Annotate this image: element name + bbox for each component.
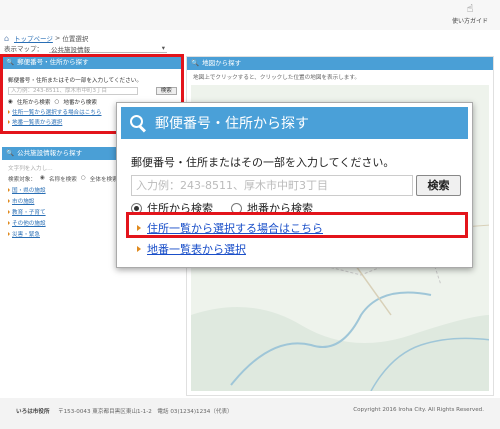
category-label: その他の施設: [12, 221, 46, 227]
popup-instruction: 郵便番号・住所またはその一部を入力してください。: [131, 156, 395, 169]
search-icon: 🔍: [191, 59, 200, 67]
map-panel-title-bar: 🔍 地図から探す: [187, 57, 493, 70]
arrow-right-icon: [137, 246, 141, 252]
category-label: 市の施設: [12, 199, 35, 205]
guide-label: 使い方ガイド: [451, 18, 488, 25]
search-icon: 🔍: [6, 149, 15, 157]
arrow-right-icon: [8, 199, 10, 203]
category-label: 国・県の施設: [12, 188, 46, 194]
popup-title-bar: 郵便番号・住所から探す: [121, 107, 468, 139]
radio-all-label: 全体を検索: [89, 177, 118, 183]
category-label: 教育・子育て: [12, 210, 46, 216]
popup-lot-list-link[interactable]: 地番一覧表から選択: [137, 241, 246, 257]
breadcrumb-home-link[interactable]: トップページ: [14, 33, 53, 43]
breadcrumb-current: 位置選択: [62, 35, 89, 43]
popup-lot-list-link-label: 地番一覧表から選択: [147, 243, 246, 256]
popup-search-button[interactable]: 検索: [416, 175, 461, 196]
radio-all[interactable]: ○: [81, 175, 86, 183]
search-icon: [129, 114, 147, 132]
map-select-dropdown[interactable]: 公共施設情報 ▾: [49, 43, 167, 54]
popup-address-list-link[interactable]: 住所一覧から選択する場合はこちら: [137, 220, 323, 236]
popup-search-input[interactable]: 入力例：243-8511、厚木市中町3丁目: [131, 175, 413, 196]
map-panel-note: 地図上でクリックすると、クリックした位置の地図を表示します。: [193, 75, 361, 81]
popup-address-list-link-label: 住所一覧から選択する場合はこちら: [147, 222, 323, 235]
radio-name-label: 名称を検索: [48, 177, 77, 183]
radio-name[interactable]: ◉: [40, 175, 45, 183]
footer-org: いろは市役所: [16, 409, 50, 415]
popup-title: 郵便番号・住所から探す: [155, 116, 309, 132]
top-bar: ☝ 使い方ガイド: [0, 0, 500, 30]
chevron-down-icon: ▾: [161, 43, 165, 52]
home-icon: ⌂: [4, 33, 10, 43]
breadcrumb: ⌂ トップページ > 位置選択: [4, 33, 88, 43]
arrow-right-icon: [8, 221, 10, 225]
arrow-right-icon: [137, 225, 141, 231]
guide-button[interactable]: ☝ 使い方ガイド: [448, 2, 492, 28]
map-select: 表示マップ： 公共施設情報 ▾: [4, 43, 167, 54]
arrow-right-icon: [8, 188, 10, 192]
category-label: 災害・緊急: [12, 232, 40, 238]
breadcrumb-separator: >: [54, 34, 61, 42]
arrow-right-icon: [8, 232, 10, 236]
map-panel-title: 地図から探す: [202, 59, 242, 67]
footer-address: 〒153-0043 東京都目黒区東山1-1-2 電話 03(1234)1234（…: [58, 409, 233, 415]
map-select-label: 表示マップ：: [4, 45, 43, 53]
map-select-value: 公共施設情報: [51, 45, 90, 54]
footer-copyright: Copyright 2016 Iroha City. All Rights Re…: [353, 407, 484, 413]
zoom-callout: 郵便番号・住所から探す 郵便番号・住所またはその一部を入力してください。 入力例…: [116, 102, 473, 268]
facility-search-method-label: 検索対象：: [8, 177, 36, 183]
hand-pointer-icon: ☝: [466, 2, 474, 15]
arrow-right-icon: [8, 210, 10, 214]
footer: いろは市役所 〒153-0043 東京都目黒区東山1-1-2 電話 03(123…: [0, 398, 500, 429]
facility-panel-title: 公共施設情報から探す: [17, 149, 83, 157]
